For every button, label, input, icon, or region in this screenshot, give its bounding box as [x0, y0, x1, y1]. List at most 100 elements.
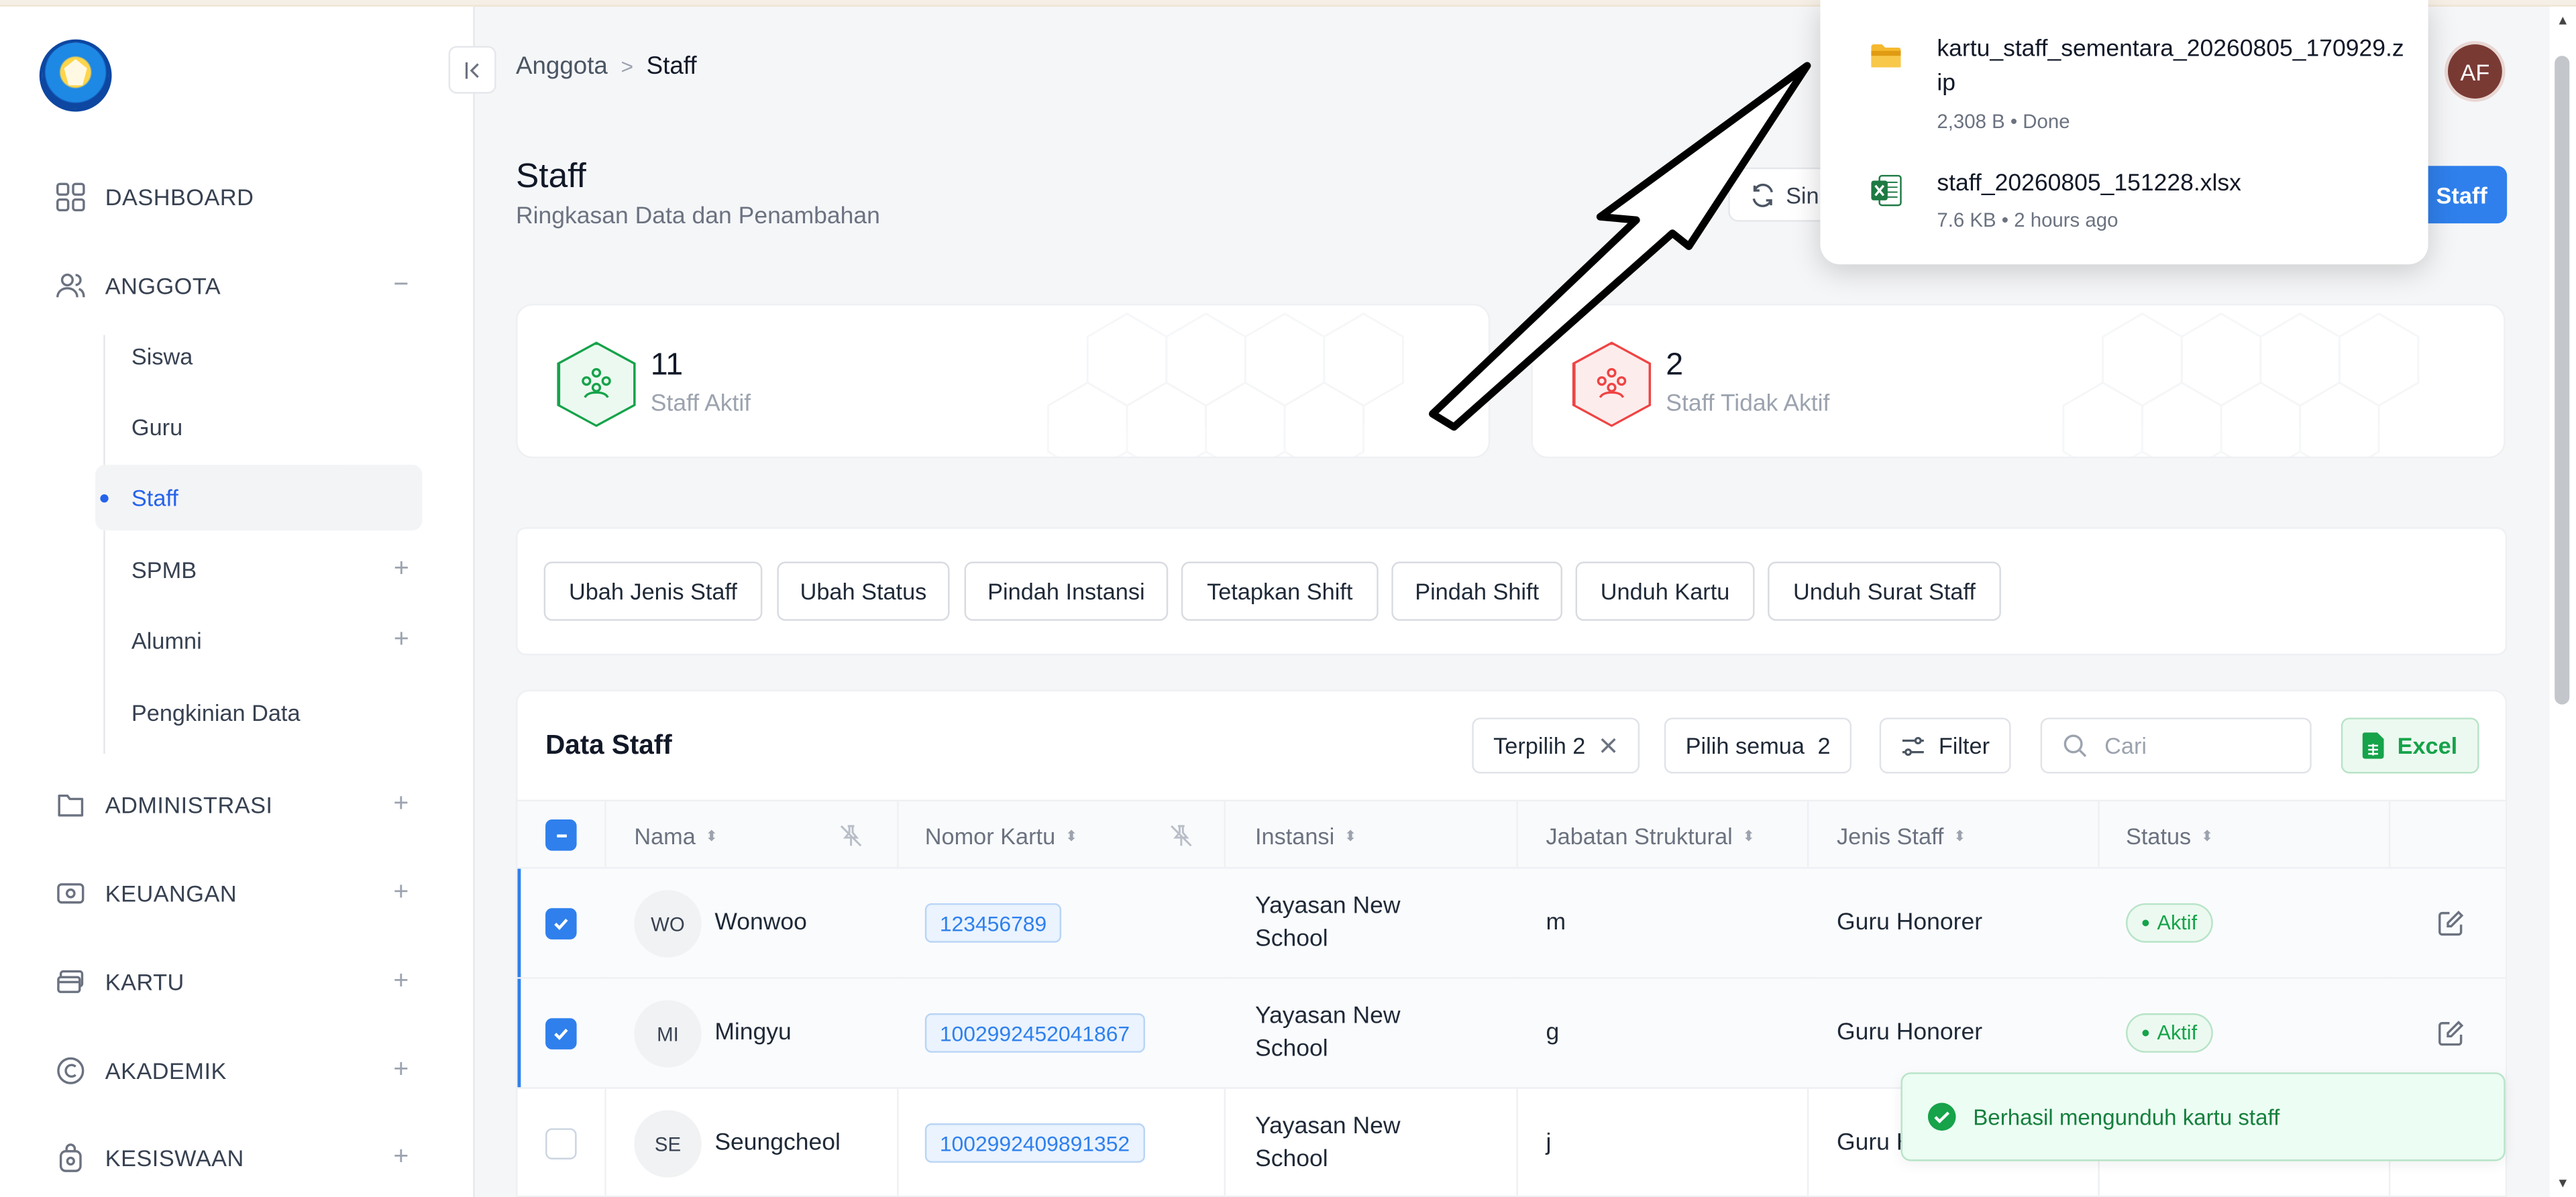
sort-icon[interactable]: ⬍	[2201, 828, 2213, 844]
staff-name: Mingyu	[714, 1019, 792, 1047]
scroll-down-icon[interactable]: ▼	[2557, 1176, 2569, 1190]
status-label: Aktif	[2157, 1021, 2198, 1045]
column-header-card[interactable]: Nomor Kartu ⬍	[925, 801, 1078, 870]
download-card-button[interactable]: Unduh Kartu	[1575, 561, 1755, 621]
change-status-button[interactable]: Ubah Status	[777, 561, 950, 621]
nav-keuangan[interactable]: KEUANGAN +	[56, 872, 409, 915]
column-instansi-label: Instansi	[1255, 822, 1335, 850]
school-logo[interactable]	[39, 39, 112, 112]
folder-icon	[56, 790, 85, 819]
instansi-line-2: School	[1255, 1146, 1328, 1173]
sort-icon[interactable]: ⬍	[1953, 828, 1966, 844]
toast-message: Berhasil mengunduh kartu staff	[1973, 1104, 2280, 1129]
academic-icon	[56, 1056, 85, 1086]
unpin-icon[interactable]	[1170, 824, 1193, 847]
collapse-toggle-icon[interactable]: −	[393, 271, 409, 300]
excel-file-icon	[1871, 174, 1902, 207]
column-header-jenis[interactable]: Jenis Staff ⬍	[1837, 801, 1966, 870]
card-number-badge[interactable]: 1002992409891352	[924, 1123, 1145, 1163]
sub-guru[interactable]: Guru	[95, 394, 422, 460]
sub-spmb-label: SPMB	[131, 557, 197, 583]
add-staff-label: Staff	[2436, 181, 2487, 208]
expand-icon[interactable]: +	[393, 1056, 409, 1086]
expand-icon[interactable]: +	[394, 555, 409, 585]
user-avatar[interactable]: AF	[2445, 41, 2506, 102]
card-number-badge[interactable]: 123456789	[924, 903, 1062, 943]
sub-siswa[interactable]: Siswa	[95, 323, 422, 389]
search-placeholder: Cari	[2104, 732, 2147, 759]
sort-icon[interactable]: ⬍	[706, 828, 718, 844]
move-shift-button[interactable]: Pindah Shift	[1391, 561, 1562, 621]
expand-icon[interactable]: +	[393, 967, 409, 996]
excel-export-button[interactable]: Excel	[2341, 718, 2479, 774]
change-staff-type-button[interactable]: Ubah Jenis Staff	[543, 561, 763, 621]
collapse-left-icon	[464, 61, 478, 78]
nav-dashboard[interactable]: DASHBOARD	[56, 176, 409, 219]
table-row[interactable]: WO Wonwoo 123456789 Yayasan New School m…	[517, 868, 2506, 979]
active-staff-count: 11	[650, 348, 684, 383]
app-root: DASHBOARD ANGGOTA − Siswa Guru Staff SPM…	[0, 0, 2576, 1197]
row-checkbox[interactable]	[545, 1128, 577, 1159]
unpin-icon[interactable]	[839, 824, 862, 847]
page-subtitle: Ringkasan Data dan Penambahan	[515, 203, 880, 230]
grid-icon	[56, 182, 85, 212]
page-title: Staff	[515, 158, 586, 196]
selected-chip-label: Terpilih 2	[1493, 732, 1586, 759]
expand-icon[interactable]: +	[393, 790, 409, 819]
sort-icon[interactable]: ⬍	[1065, 828, 1077, 844]
sub-staff-label: Staff	[131, 484, 178, 511]
column-header-jabatan[interactable]: Jabatan Struktural ⬍	[1546, 801, 1755, 870]
select-all-chip[interactable]: Pilih semua 2	[1664, 718, 1852, 774]
nav-kartu-label: KARTU	[105, 968, 184, 996]
expand-icon[interactable]: +	[393, 878, 409, 908]
expand-icon[interactable]: +	[394, 626, 409, 655]
sub-siswa-label: Siswa	[131, 343, 193, 370]
breadcrumb-parent[interactable]: Anggota	[516, 52, 608, 80]
sub-spmb[interactable]: SPMB +	[95, 537, 422, 603]
sub-pengkinian[interactable]: Pengkinian Data	[95, 680, 422, 746]
nav-administrasi[interactable]: ADMINISTRASI +	[56, 783, 409, 826]
column-header-status[interactable]: Status ⬍	[2126, 801, 2213, 870]
row-checkbox[interactable]	[545, 908, 577, 939]
success-toast: Berhasil mengunduh kartu staff	[1900, 1072, 2506, 1161]
expand-icon[interactable]: +	[393, 1143, 409, 1173]
sub-staff[interactable]: Staff	[95, 465, 423, 531]
select-all-checkbox[interactable]	[545, 819, 577, 851]
selected-chip[interactable]: Terpilih 2	[1472, 718, 1640, 774]
edit-icon[interactable]	[2436, 1018, 2466, 1047]
wallet-icon	[56, 878, 85, 908]
nav-kartu[interactable]: KARTU +	[56, 961, 409, 1004]
filter-button[interactable]: Filter	[1879, 718, 2011, 774]
breadcrumb: Anggota > Staff	[516, 52, 697, 80]
nav-akademik[interactable]: AKADEMIK +	[56, 1049, 409, 1092]
select-all-label: Pilih semua	[1685, 732, 1805, 759]
card-number-badge[interactable]: 1002992452041867	[924, 1013, 1145, 1053]
check-circle-icon	[1927, 1102, 1956, 1131]
staff-name: Seungcheol	[714, 1129, 841, 1157]
clear-selection-icon[interactable]	[1599, 736, 1618, 755]
download-filename[interactable]: kartu_staff_sementara_20260805_170929.zi…	[1937, 33, 2405, 102]
scrollbar-thumb[interactable]	[2555, 56, 2570, 705]
download-filename[interactable]: staff_20260805_151228.xlsx	[1937, 168, 2405, 202]
sub-alumni[interactable]: Alumni +	[95, 608, 422, 673]
scroll-up-icon[interactable]: ▲	[2557, 13, 2569, 28]
collapse-sidebar-button[interactable]	[448, 46, 496, 94]
jenis-value: Guru Honorer	[1836, 909, 1983, 936]
column-header-name[interactable]: Nama ⬍	[634, 801, 718, 870]
nav-anggota[interactable]: ANGGOTA −	[56, 264, 409, 307]
page-scrollbar[interactable]: ▲ ▼	[2549, 6, 2576, 1197]
row-checkbox[interactable]	[545, 1018, 577, 1049]
table-title: Data Staff	[545, 730, 672, 760]
set-shift-button[interactable]: Tetapkan Shift	[1181, 561, 1379, 621]
status-badge: Aktif	[2126, 903, 2214, 943]
move-institution-button[interactable]: Pindah Instansi	[964, 561, 1169, 621]
download-letter-button[interactable]: Unduh Surat Staff	[1768, 561, 2001, 621]
search-input[interactable]: Cari	[2040, 718, 2312, 774]
edit-icon[interactable]	[2436, 908, 2466, 937]
jabatan-value: j	[1546, 1129, 1552, 1157]
sub-guru-label: Guru	[131, 414, 183, 441]
nav-kesiswaan[interactable]: KESISWAAN +	[56, 1137, 409, 1180]
column-header-instansi[interactable]: Instansi ⬍	[1255, 801, 1356, 870]
sort-icon[interactable]: ⬍	[1742, 828, 1754, 844]
sort-icon[interactable]: ⬍	[1344, 828, 1356, 844]
